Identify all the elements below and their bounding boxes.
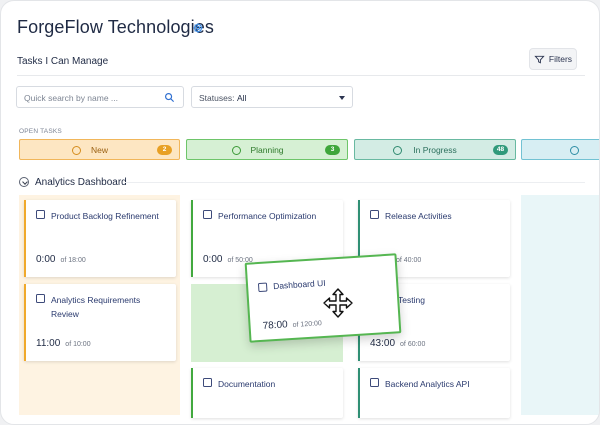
group-collapse-toggle[interactable] — [19, 177, 29, 187]
task-title[interactable]: Product Backlog Refinement — [51, 210, 166, 224]
page-subtitle: Tasks I Can Manage — [17, 56, 109, 67]
status-dropdown[interactable]: Statuses: All — [191, 86, 353, 108]
task-time: 43:00 of 60:00 — [370, 338, 425, 349]
clock-icon — [232, 145, 241, 155]
task-title[interactable]: Dashboard UI — [273, 278, 326, 291]
search-icon[interactable] — [164, 92, 175, 103]
task-checkbox[interactable] — [36, 294, 45, 303]
task-title[interactable]: Release Activities — [385, 210, 500, 224]
time-estimate: of 40:00 — [396, 257, 422, 264]
lane-next — [521, 195, 599, 415]
header-divider — [17, 75, 585, 76]
group-title: Analytics Dashboard — [35, 177, 127, 188]
group-divider — [125, 182, 585, 183]
filters-button[interactable]: Filters — [529, 48, 577, 70]
time-estimate: of 60:00 — [400, 341, 426, 348]
task-checkbox[interactable] — [257, 282, 268, 293]
count-badge: 48 — [493, 145, 508, 155]
column-header-next[interactable] — [521, 139, 599, 160]
count-badge: 2 — [157, 145, 172, 155]
count-badge: 3 — [325, 145, 340, 155]
app-window: ForgeFlow Technologies Tasks I Can Manag… — [0, 0, 600, 425]
task-time: 0:00 of 18:00 — [36, 254, 86, 265]
time-spent: 43:00 — [370, 338, 396, 349]
task-checkbox[interactable] — [36, 210, 45, 219]
task-checkbox[interactable] — [203, 210, 212, 219]
filter-icon — [534, 55, 545, 63]
time-estimate: of 120:00 — [292, 320, 323, 329]
status-bar — [191, 200, 193, 277]
column-label: In Progress — [413, 144, 457, 155]
status-bar — [24, 284, 26, 361]
status-bar — [358, 368, 360, 418]
task-title[interactable]: Backend Analytics API — [385, 378, 500, 392]
chevron-down-icon — [339, 96, 345, 100]
task-checkbox[interactable] — [370, 210, 379, 219]
clock-icon — [393, 145, 402, 155]
status-bar — [191, 368, 193, 418]
task-title[interactable]: Documentation — [218, 378, 333, 392]
filters-label: Filters — [548, 54, 573, 64]
task-title[interactable]: Testing — [398, 294, 500, 308]
time-spent: 78:00 — [262, 319, 288, 332]
time-spent: 0:00 — [203, 254, 223, 265]
status-label: Statuses: — [199, 93, 235, 103]
search-placeholder: Quick search by name ... — [24, 93, 119, 103]
column-header-new[interactable]: New 2 — [19, 139, 180, 160]
task-time: 11:00 of 10:00 — [36, 338, 91, 349]
task-title[interactable]: Performance Optimization — [218, 210, 333, 224]
task-card[interactable]: Product Backlog Refinement 0:00 of 18:00 — [24, 200, 176, 277]
column-header-planning[interactable]: Planning 3 — [186, 139, 348, 160]
task-time: 78:00 of 120:00 — [262, 317, 322, 332]
status-value: All — [237, 93, 247, 103]
task-title[interactable]: Analytics Requirements Review — [51, 294, 166, 321]
clock-icon — [72, 145, 81, 155]
app-title: ForgeFlow Technologies — [17, 17, 214, 37]
clock-icon — [570, 145, 579, 155]
time-estimate: of 10:00 — [65, 341, 91, 348]
task-checkbox[interactable] — [203, 378, 212, 387]
column-header-in-progress[interactable]: In Progress 48 — [354, 139, 516, 160]
time-spent: 0:00 — [36, 254, 56, 265]
search-input[interactable]: Quick search by name ... — [16, 86, 184, 108]
move-cursor-icon — [323, 288, 353, 318]
gear-icon[interactable] — [192, 22, 204, 34]
time-estimate: of 18:00 — [60, 257, 86, 264]
status-bar — [24, 200, 26, 277]
task-card[interactable]: Backend Analytics API — [358, 368, 510, 418]
task-card[interactable]: Documentation — [191, 368, 343, 418]
task-card[interactable]: Analytics Requirements Review 11:00 of 10… — [24, 284, 176, 361]
section-label: OPEN TASKS — [19, 128, 62, 135]
time-spent: 11:00 — [36, 338, 61, 349]
column-label: Planning — [250, 144, 284, 155]
task-checkbox[interactable] — [370, 378, 379, 387]
column-label: New — [90, 144, 108, 155]
